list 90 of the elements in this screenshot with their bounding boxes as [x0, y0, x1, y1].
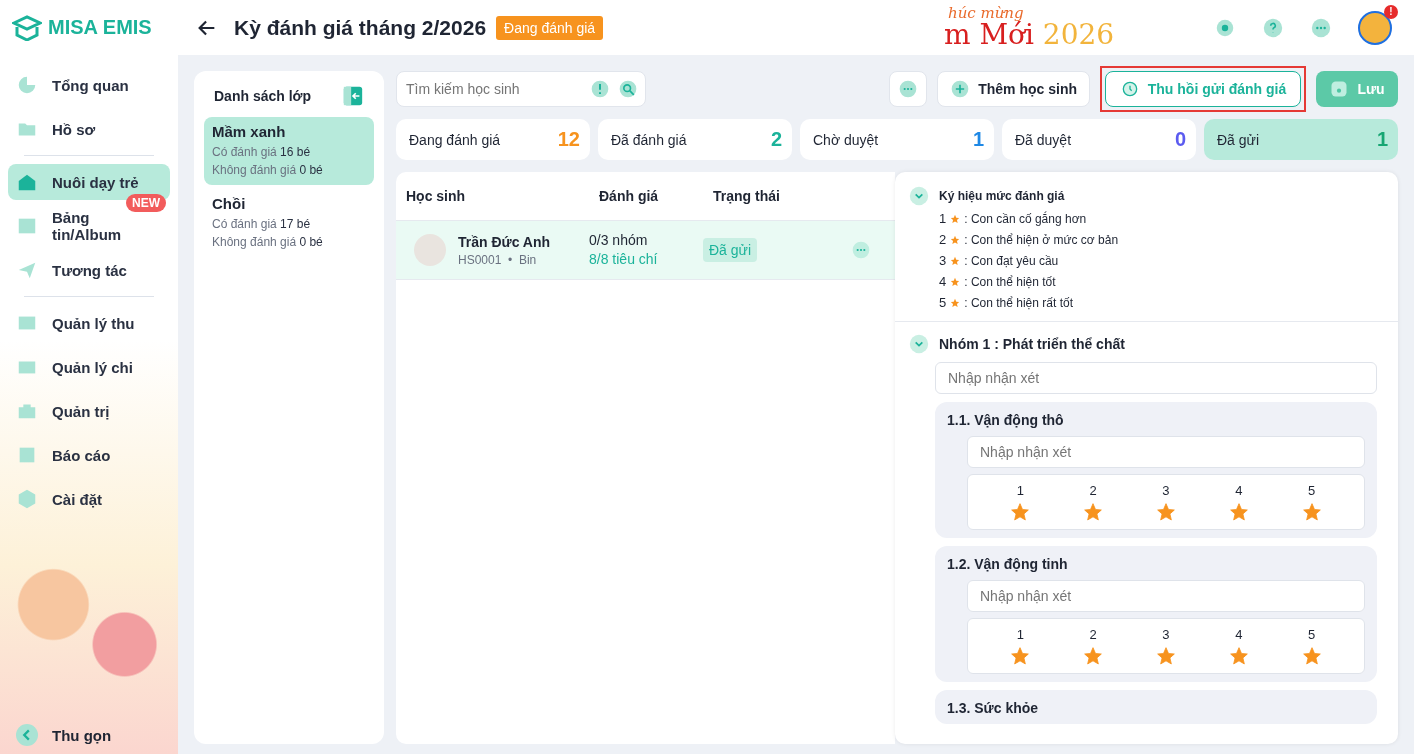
- chevron-icon[interactable]: [909, 186, 929, 206]
- level-number: 1: [939, 211, 947, 226]
- collapse-panel-icon[interactable]: [342, 85, 364, 107]
- status-tab[interactable]: Đang đánh giá 12: [396, 119, 590, 160]
- star-icon: [950, 276, 961, 287]
- status-count: 1: [972, 128, 984, 151]
- level-number: 5: [939, 295, 947, 310]
- status-count: 2: [770, 128, 782, 151]
- criterion-title: 1.2. Vận động tinh: [947, 556, 1069, 572]
- sidebar-item[interactable]: Báo cáo: [8, 437, 170, 473]
- class-item[interactable]: Mầm xanh Có đánh giá 16 bé Không đánh giá 0 bé: [204, 117, 374, 185]
- student-name: Trần Đức Anh: [458, 233, 551, 250]
- column-header: Trạng thái: [713, 188, 781, 204]
- status-tab[interactable]: Chờ duyệt 1: [800, 119, 994, 160]
- search-field[interactable]: Tìm kiếm học sinh: [396, 71, 646, 107]
- new-badge: NEW: [126, 194, 166, 212]
- status-count: 1: [1376, 128, 1388, 151]
- status-tab[interactable]: Đã gửi 1: [1204, 119, 1398, 160]
- sidebar-item[interactable]: Cài đặt: [8, 481, 170, 517]
- info-icon: [590, 79, 610, 99]
- comment-field[interactable]: Nhập nhận xét: [967, 580, 1365, 612]
- chevron-left-icon: [16, 724, 38, 746]
- more-icon[interactable]: [1310, 16, 1332, 39]
- rating-option[interactable]: 1: [1010, 482, 1031, 522]
- star-icon: [950, 255, 961, 266]
- collapse-button[interactable]: Thu gọn: [0, 724, 178, 754]
- sidebar-item[interactable]: Tổng quan: [8, 67, 170, 103]
- sidebar-item[interactable]: Quản trị: [8, 393, 170, 429]
- sidebar-item[interactable]: Tương tác: [8, 252, 170, 288]
- notification-badge: !: [1384, 4, 1398, 19]
- rating-option[interactable]: 1: [1010, 626, 1031, 666]
- class-item[interactable]: Chồi Có đánh giá 17 bé Không đánh giá 0 bé: [204, 189, 374, 257]
- status-badge: Đang đánh giá: [496, 15, 604, 40]
- rating-option[interactable]: 3: [1156, 626, 1176, 666]
- level-description: : Con cần cố gắng hơn: [964, 211, 1087, 226]
- page-title: Kỳ đánh giá tháng 2/2026: [234, 15, 487, 40]
- student-code: HS0001 • Bin: [458, 252, 538, 267]
- star-icon: [950, 213, 961, 224]
- pie-chart-icon: [16, 74, 38, 96]
- status-tab[interactable]: Đã duyệt 0: [1002, 119, 1196, 160]
- group-progress: 0/3 nhóm: [589, 231, 649, 250]
- legend-title: Ký hiệu mức đánh giá: [939, 189, 1065, 203]
- criteria-progress: 8/8 tiêu chí: [589, 250, 659, 269]
- rating-option[interactable]: 2: [1083, 626, 1104, 666]
- more-button[interactable]: [889, 71, 928, 107]
- status-tag: Đã gửi: [703, 238, 758, 262]
- rating-option[interactable]: 4: [1228, 626, 1249, 666]
- search-icon[interactable]: [618, 79, 638, 99]
- star-icon: [950, 297, 961, 308]
- banner-title: m Mới 2026: [944, 21, 1116, 49]
- column-header: Đánh giá: [599, 186, 660, 206]
- ellipsis-icon: [898, 79, 919, 99]
- sidebar-item[interactable]: Hồ sơ: [8, 111, 170, 147]
- level-description: : Con thể hiện rất tốt: [964, 295, 1073, 310]
- class-list-title: Danh sách lớp: [214, 88, 312, 104]
- comment-field[interactable]: Nhập nhận xét: [935, 362, 1377, 394]
- sidebar-item[interactable]: Quản lý chi: [8, 349, 170, 385]
- star-icon: [950, 234, 961, 245]
- rating-option[interactable]: 5: [1301, 482, 1322, 522]
- criterion-title: 1.3. Sức khỏe: [947, 700, 1040, 716]
- brand-name: MISA EMIS: [48, 16, 152, 39]
- rating-option[interactable]: 3: [1156, 482, 1176, 522]
- status-count: 0: [1174, 128, 1186, 151]
- student-row[interactable]: Trần Đức Anh HS0001 • Bin 0/3 nhóm 8/8 tiêu chí Đã gửi: [396, 221, 895, 280]
- level-number: 3: [939, 253, 947, 268]
- user-avatar[interactable]: [1358, 10, 1392, 45]
- chevron-icon[interactable]: [909, 334, 929, 354]
- status-count: 12: [557, 128, 580, 151]
- group-title: Nhóm 1 : Phát triển thể chất: [939, 336, 1125, 352]
- rating-option[interactable]: 5: [1301, 626, 1322, 666]
- column-header: Học sinh: [405, 188, 467, 204]
- add-student-button[interactable]: Thêm học sinh: [937, 71, 1090, 107]
- sidebar-item[interactable]: Quản lý thu: [8, 305, 170, 341]
- plus-icon: [950, 79, 971, 99]
- rating-option[interactable]: 4: [1228, 482, 1249, 522]
- level-description: : Con đạt yêu cầu: [964, 253, 1059, 268]
- level-description: : Con thể hiện tốt: [964, 274, 1056, 289]
- level-number: 4: [939, 274, 947, 289]
- comment-field[interactable]: Nhập nhận xét: [967, 436, 1365, 468]
- rating-option[interactable]: 2: [1083, 482, 1104, 522]
- save-icon: [1329, 79, 1350, 99]
- level-description: : Con thể hiện ở mức cơ bản: [964, 232, 1119, 247]
- level-number: 2: [939, 232, 947, 247]
- banner-greeting: húc mừng: [947, 6, 1024, 21]
- status-tab[interactable]: Đã đánh giá 2: [598, 119, 792, 160]
- row-more-icon[interactable]: [851, 240, 871, 260]
- criterion-title: 1.1. Vận động thô: [947, 412, 1065, 428]
- help-icon[interactable]: [1262, 16, 1284, 39]
- hexagon-icon: [16, 488, 38, 510]
- logo-icon: [12, 14, 42, 41]
